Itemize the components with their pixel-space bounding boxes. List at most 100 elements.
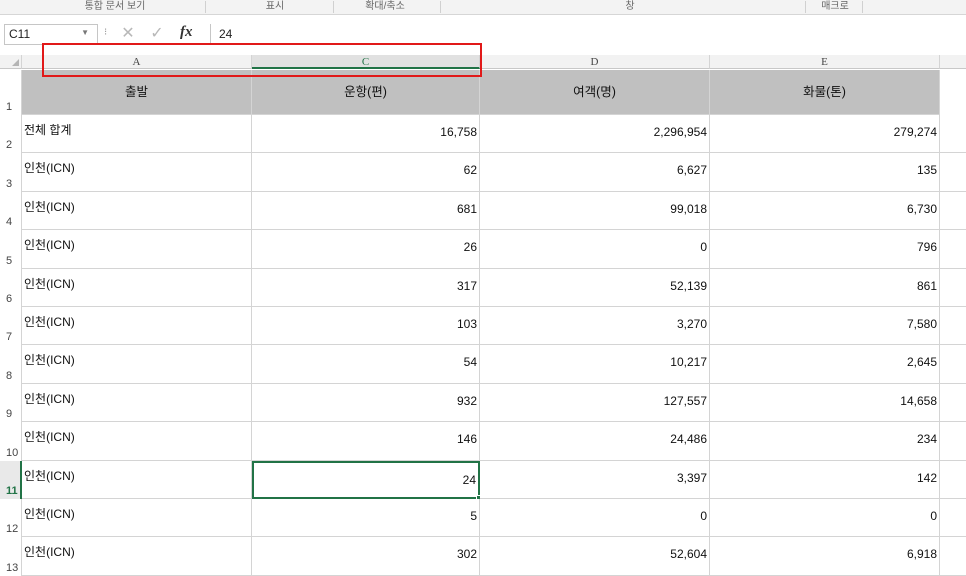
ribbon-group-zoom: 확대/축소 <box>365 1 405 12</box>
cell-empty[interactable] <box>940 192 966 230</box>
cell-passengers[interactable]: 24,486 <box>480 422 710 461</box>
cell-empty[interactable] <box>940 499 966 537</box>
cancel-edit-button[interactable]: ✕ <box>118 24 138 44</box>
formula-input-value: 24 <box>219 27 233 41</box>
select-all-corner[interactable] <box>0 55 22 69</box>
cell-passengers[interactable]: 3,270 <box>480 307 710 345</box>
cell-empty[interactable] <box>940 115 966 153</box>
row-header[interactable]: 10 <box>0 422 22 461</box>
row-header[interactable]: 6 <box>0 269 22 307</box>
cell-cargo[interactable]: 796 <box>710 230 940 269</box>
name-box[interactable]: C11 ▼ <box>4 24 98 45</box>
row-header[interactable]: 2 <box>0 115 22 153</box>
cell-flights[interactable]: 103 <box>252 307 480 345</box>
name-box-dropdown-icon[interactable]: ▼ <box>81 28 89 37</box>
cell-cargo[interactable]: 2,645 <box>710 345 940 384</box>
cell-empty[interactable] <box>940 384 966 422</box>
ribbon-separator <box>333 1 334 13</box>
cell-cargo[interactable]: 14,658 <box>710 384 940 422</box>
cell-departure[interactable]: 인천(ICN) <box>22 230 252 269</box>
ribbon-group-workbook-views: 통합 문서 보기 <box>84 1 146 12</box>
cell-passengers[interactable]: 6,627 <box>480 153 710 192</box>
cell-passengers[interactable]: 3,397 <box>480 461 710 499</box>
cell-cargo[interactable]: 6,730 <box>710 192 940 230</box>
cell-passengers[interactable]: 2,296,954 <box>480 115 710 153</box>
ribbon-separator <box>805 1 806 13</box>
cell-cargo[interactable]: 279,274 <box>710 115 940 153</box>
cell-empty[interactable] <box>940 230 966 269</box>
cell-flights[interactable]: 5 <box>252 499 480 537</box>
cell-departure[interactable]: 인천(ICN) <box>22 345 252 384</box>
row-header[interactable]: 12 <box>0 499 22 537</box>
ribbon-separator <box>862 1 863 13</box>
cell-empty[interactable] <box>940 153 966 192</box>
cell-flights[interactable]: 932 <box>252 384 480 422</box>
formula-input[interactable]: 24 <box>210 24 963 43</box>
cell-passengers[interactable]: 10,217 <box>480 345 710 384</box>
insert-function-button[interactable]: fx <box>180 24 193 41</box>
column-header-d[interactable]: D <box>480 55 710 69</box>
row-header[interactable]: 1 <box>0 70 22 115</box>
cell-departure[interactable]: 인천(ICN) <box>22 384 252 422</box>
cell-departure[interactable]: 인천(ICN) <box>22 422 252 461</box>
cell-empty[interactable] <box>940 422 966 461</box>
row-header[interactable]: 7 <box>0 307 22 345</box>
annotation-highlight-box <box>42 43 482 77</box>
cell-flights[interactable]: 302 <box>252 537 480 576</box>
ribbon-group-show: 표시 <box>265 1 285 12</box>
cell-flights[interactable]: 16,758 <box>252 115 480 153</box>
cell-cargo[interactable]: 135 <box>710 153 940 192</box>
column-header-next[interactable] <box>940 55 966 69</box>
row-header[interactable]: 11 <box>0 461 22 499</box>
cell-empty[interactable] <box>940 269 966 307</box>
cell-flights[interactable]: 146 <box>252 422 480 461</box>
confirm-edit-button[interactable]: ✓ <box>146 24 168 44</box>
cell-cargo[interactable]: 6,918 <box>710 537 940 576</box>
column-header-e[interactable]: E <box>710 55 940 69</box>
ribbon-separator <box>205 1 206 13</box>
cell-flights[interactable]: 62 <box>252 153 480 192</box>
cell-empty[interactable] <box>940 537 966 576</box>
ribbon-group-macros: 매크로 <box>821 1 849 12</box>
cell-cargo[interactable]: 861 <box>710 269 940 307</box>
cell-cargo[interactable]: 7,580 <box>710 307 940 345</box>
cell-empty[interactable] <box>940 307 966 345</box>
cell-passengers[interactable]: 52,604 <box>480 537 710 576</box>
ribbon-group-window: 창 <box>625 1 635 12</box>
cell-passengers[interactable]: 127,557 <box>480 384 710 422</box>
cell-cargo[interactable]: 0 <box>710 499 940 537</box>
cell-cargo[interactable]: 142 <box>710 461 940 499</box>
formula-bar-grip-icon[interactable]: ⁝ <box>104 27 107 38</box>
row-header[interactable]: 13 <box>0 537 22 576</box>
cell-departure[interactable]: 전체 합계 <box>22 115 252 153</box>
cell-flights[interactable]: 54 <box>252 345 480 384</box>
cell-flights[interactable]: 317 <box>252 269 480 307</box>
cell-passengers[interactable]: 0 <box>480 499 710 537</box>
cell-empty[interactable] <box>940 345 966 384</box>
ribbon-separator <box>440 1 441 13</box>
cell-passengers[interactable]: 0 <box>480 230 710 269</box>
cell-departure[interactable]: 인천(ICN) <box>22 153 252 192</box>
cell-passengers[interactable]: 52,139 <box>480 269 710 307</box>
row-header[interactable]: 3 <box>0 153 22 192</box>
row-header[interactable]: 4 <box>0 192 22 230</box>
cell-flights[interactable]: 681 <box>252 192 480 230</box>
header-cell-cargo[interactable]: 화물(톤) <box>710 70 940 115</box>
cell-empty[interactable] <box>940 461 966 499</box>
cell-passengers[interactable]: 99,018 <box>480 192 710 230</box>
cell-departure[interactable]: 인천(ICN) <box>22 499 252 537</box>
cell-departure[interactable]: 인천(ICN) <box>22 537 252 576</box>
cell-departure[interactable]: 인천(ICN) <box>22 461 252 499</box>
cell-departure[interactable]: 인천(ICN) <box>22 307 252 345</box>
row-header[interactable]: 9 <box>0 384 22 422</box>
cell-flights[interactable]: 26 <box>252 230 480 269</box>
row-header[interactable]: 5 <box>0 230 22 269</box>
ribbon-group-labels: 통합 문서 보기 표시 확대/축소 창 매크로 <box>0 0 966 15</box>
row-header[interactable]: 8 <box>0 345 22 384</box>
cell-flights[interactable]: 24 <box>252 461 480 499</box>
cell-departure[interactable]: 인천(ICN) <box>22 192 252 230</box>
cell-departure[interactable]: 인천(ICN) <box>22 269 252 307</box>
name-box-value: C11 <box>9 27 31 41</box>
header-cell-passengers[interactable]: 여객(명) <box>480 70 710 115</box>
cell-cargo[interactable]: 234 <box>710 422 940 461</box>
